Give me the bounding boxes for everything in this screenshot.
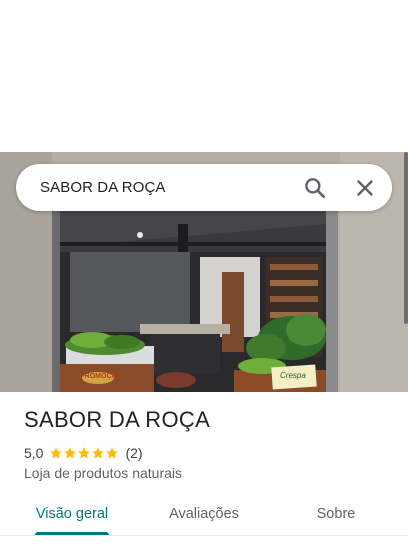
search-bar[interactable]: SABOR DA ROÇA: [16, 164, 392, 211]
place-category: Loja de produtos naturais: [24, 465, 182, 481]
tab-reviews[interactable]: Avaliações: [160, 496, 248, 532]
tab-bar: Visão geral Avaliações Sobre: [0, 496, 408, 544]
promo-sign: PROMOÇÃO: [80, 373, 122, 380]
search-query[interactable]: SABOR DA ROÇA: [40, 164, 166, 211]
price-tag-text: Crespa: [280, 371, 306, 380]
star-icon: [50, 447, 63, 459]
star-icon: [64, 447, 77, 459]
star-rating: [49, 446, 119, 460]
rating-value: 5,0: [24, 445, 44, 461]
review-count[interactable]: (2): [125, 445, 142, 461]
star-icon: [92, 447, 105, 459]
scrollbar[interactable]: [404, 152, 408, 324]
close-icon[interactable]: [352, 175, 378, 201]
tab-about[interactable]: Sobre: [304, 496, 368, 532]
star-icon: [106, 447, 119, 459]
search-icon[interactable]: [302, 175, 328, 201]
blank-area: [0, 0, 408, 152]
rating-row[interactable]: 5,0 (2): [24, 444, 143, 462]
tab-overview[interactable]: Visão geral: [30, 496, 114, 532]
place-title: SABOR DA ROÇA: [24, 407, 211, 432]
star-icon: [78, 447, 91, 459]
tabs-divider: [0, 535, 408, 536]
